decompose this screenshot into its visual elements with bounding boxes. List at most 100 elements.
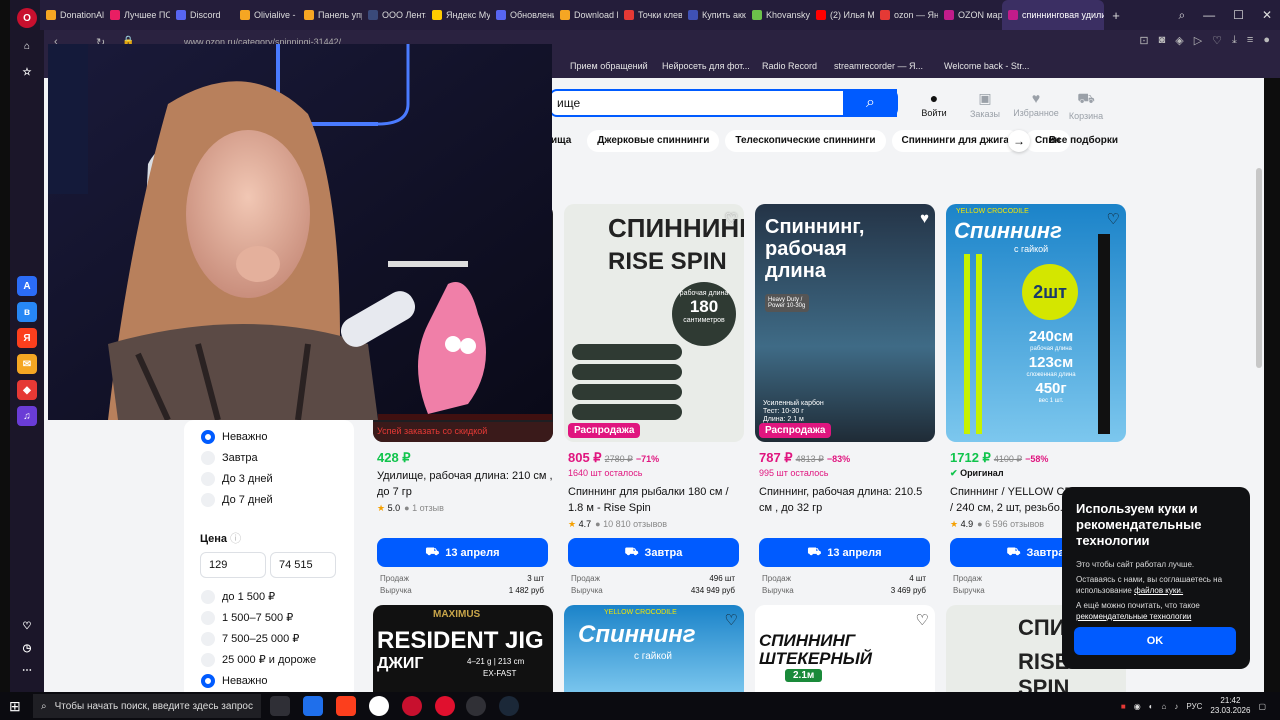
bookmark-item[interactable]: Radio Record bbox=[762, 61, 817, 71]
chip[interactable]: Телескопические спиннинги bbox=[725, 130, 886, 152]
browser-tab[interactable]: Лучшее ПО bbox=[104, 0, 170, 30]
tray-app-icon[interactable]: ◉ bbox=[1134, 702, 1141, 711]
steam-icon[interactable] bbox=[499, 696, 519, 716]
favorites-button[interactable]: ♥ Избранное bbox=[1011, 90, 1061, 118]
product-image[interactable]: СПИННИНГ RISE SPIN рабочая длина 180 сан… bbox=[564, 204, 744, 442]
add-to-cart-button[interactable]: ⛟ Завтра bbox=[568, 538, 739, 567]
new-tab-button[interactable]: + bbox=[1104, 8, 1128, 23]
shield-icon[interactable]: ◈ bbox=[1175, 34, 1183, 47]
product-title[interactable]: Спиннинг для рыбалки 180 см / 1.8 м - Ri… bbox=[568, 484, 744, 516]
favorite-icon[interactable]: ♡ bbox=[916, 611, 929, 629]
scrollbar[interactable] bbox=[1256, 168, 1262, 368]
yandex-browser-icon[interactable] bbox=[336, 696, 356, 716]
opera-gx-icon[interactable] bbox=[435, 696, 455, 716]
tray-volume-icon[interactable]: ♪ bbox=[1174, 702, 1178, 711]
obs-icon[interactable] bbox=[466, 696, 486, 716]
notifications-icon[interactable]: ▢ bbox=[1258, 702, 1266, 711]
browser-tab[interactable]: Olivialive - D bbox=[234, 0, 298, 30]
profile-icon[interactable]: ● bbox=[1263, 34, 1270, 47]
heart-icon[interactable]: ♡ bbox=[17, 616, 37, 636]
orders-button[interactable]: ▣ Заказы bbox=[960, 90, 1010, 119]
recommendation-link[interactable]: рекомендательные технологии bbox=[1076, 612, 1191, 621]
price-to-input[interactable]: 74 515 bbox=[270, 552, 336, 578]
tray-record-icon[interactable]: ■ bbox=[1121, 702, 1126, 711]
browser-tab[interactable]: OZON марк bbox=[938, 0, 1002, 30]
browser-tab[interactable]: спиннинговая удилище bbox=[1002, 0, 1104, 30]
cookie-ok-button[interactable]: OK bbox=[1074, 627, 1236, 655]
chips-next-button[interactable]: → bbox=[1008, 130, 1030, 152]
delivery-option[interactable]: До 7 дней bbox=[184, 489, 354, 510]
tray-network-icon[interactable]: ⌂ bbox=[1162, 702, 1167, 711]
play-icon[interactable]: ▷ bbox=[1194, 34, 1202, 47]
aria-icon[interactable]: A bbox=[17, 276, 37, 296]
clock[interactable]: 21:42 23.03.2026 bbox=[1210, 696, 1250, 716]
star-icon[interactable]: ☆ bbox=[17, 62, 37, 82]
favorite-icon[interactable]: ♡ bbox=[725, 210, 738, 228]
browser-tab[interactable]: Яндекс Музы bbox=[426, 0, 490, 30]
info-icon[interactable]: ⓘ bbox=[230, 533, 241, 545]
product-card[interactable]: MAXIMUS RESIDENT JIG ДЖИГ 4–21 g | 213 c… bbox=[373, 605, 553, 692]
delivery-option[interactable]: До 3 дней bbox=[184, 468, 354, 489]
browser-tab[interactable]: Download D bbox=[554, 0, 618, 30]
product-image[interactable]: YELLOW CROCODILE Спиннинг с гайкой 2шт 2… bbox=[946, 204, 1126, 442]
bookmark-item[interactable]: Нейросеть для фот... bbox=[662, 61, 750, 71]
price-option[interactable]: до 1 500 ₽ bbox=[184, 586, 354, 607]
chip[interactable]: ища bbox=[549, 130, 581, 152]
favorite-icon[interactable]: ♥ bbox=[920, 210, 929, 227]
cart-button[interactable]: ⛟ Корзина bbox=[1061, 90, 1111, 121]
close-icon[interactable]: ✕ bbox=[1262, 8, 1272, 22]
windows-start-icon[interactable]: ⊞ bbox=[9, 698, 21, 715]
search-button[interactable]: ⌕ bbox=[843, 89, 898, 117]
price-from-input[interactable]: 129 bbox=[200, 552, 266, 578]
product-card[interactable]: СПИННИНГ RISE SPIN рабочая длина 180 сан… bbox=[564, 204, 744, 604]
taskbar-search-input[interactable]: ⌕ Чтобы начать поиск, введите здесь запро… bbox=[33, 694, 261, 718]
browser-tab[interactable]: Панель упр bbox=[298, 0, 362, 30]
store-icon[interactable] bbox=[303, 696, 323, 716]
browser-tab[interactable]: ООО Лента bbox=[362, 0, 426, 30]
product-image[interactable]: MAXIMUS RESIDENT JIG ДЖИГ 4–21 g | 213 c… bbox=[373, 605, 553, 692]
heart-outline-icon[interactable]: ♡ bbox=[1212, 34, 1222, 47]
home-icon[interactable]: ⌂ bbox=[17, 36, 37, 56]
search-tabs-icon[interactable]: ⌕ bbox=[1178, 8, 1185, 23]
product-card[interactable]: YELLOW CROCODILE Спиннинг с гайкой ♡ bbox=[564, 605, 744, 692]
opera-icon[interactable] bbox=[402, 696, 422, 716]
language-indicator[interactable]: РУС bbox=[1186, 702, 1202, 711]
yandex-icon[interactable] bbox=[369, 696, 389, 716]
add-to-cart-button[interactable]: ⛟ 13 апреля bbox=[759, 538, 930, 567]
task-view-icon[interactable] bbox=[270, 696, 290, 716]
add-to-cart-button[interactable]: ⛟ 13 апреля bbox=[377, 538, 548, 567]
history-icon[interactable]: ◷ bbox=[17, 638, 37, 658]
chip[interactable]: Джерковые спиннинги bbox=[587, 130, 720, 152]
product-card[interactable]: СПИННИНГ ШТЕКЕРНЫЙ 2.1м ♡ bbox=[755, 605, 935, 692]
product-title[interactable]: Спиннинг, рабочая длина: 210.5 см , до 3… bbox=[759, 484, 935, 516]
bookmark-item[interactable]: Прием обращений bbox=[570, 61, 648, 71]
scan-icon[interactable]: ⊡ bbox=[1139, 34, 1148, 47]
browser-tab[interactable]: (2) Илья Мэ bbox=[810, 0, 874, 30]
cookie-files-link[interactable]: файлов куки. bbox=[1134, 586, 1183, 595]
chip[interactable]: Спиннинги для джига bbox=[891, 130, 1019, 152]
download-icon[interactable]: ⤓ bbox=[1232, 34, 1237, 47]
bookmark-item[interactable]: Welcome back - Str... bbox=[944, 61, 1029, 71]
vk-icon[interactable]: в bbox=[17, 302, 37, 322]
mail-icon[interactable]: ✉ bbox=[17, 354, 37, 374]
tray-steam-icon[interactable]: ◐ bbox=[1149, 702, 1154, 711]
price-option[interactable]: 1 500–7 500 ₽ bbox=[184, 607, 354, 628]
music-icon[interactable]: ♫ bbox=[17, 406, 37, 426]
browser-tab[interactable]: Обновлени bbox=[490, 0, 554, 30]
favorite-icon[interactable]: ♡ bbox=[725, 611, 738, 629]
price-option[interactable]: 7 500–25 000 ₽ bbox=[184, 628, 354, 649]
bookmark-item[interactable]: streamrecorder — Я... bbox=[834, 61, 923, 71]
more-icon[interactable]: ⋯ bbox=[17, 660, 37, 680]
price-option[interactable]: 25 000 ₽ и дороже bbox=[184, 649, 354, 670]
price-option[interactable]: Неважно bbox=[184, 670, 354, 691]
favorite-icon[interactable]: ♡ bbox=[1107, 210, 1120, 228]
maximize-icon[interactable]: ☐ bbox=[1233, 8, 1244, 22]
product-card[interactable]: Спиннинг, рабочая длина Heavy Duty / Pow… bbox=[755, 204, 935, 604]
product-image[interactable]: YELLOW CROCODILE Спиннинг с гайкой ♡ bbox=[564, 605, 744, 692]
delivery-option[interactable]: Неважно bbox=[184, 426, 354, 447]
browser-tab[interactable]: Discord bbox=[170, 0, 234, 30]
delivery-option[interactable]: Завтра bbox=[184, 447, 354, 468]
product-image[interactable]: СПИННИНГ ШТЕКЕРНЫЙ 2.1м ♡ bbox=[755, 605, 935, 692]
browser-tab[interactable]: DonationAle bbox=[40, 0, 104, 30]
browser-tab[interactable]: ozon — Янд bbox=[874, 0, 938, 30]
